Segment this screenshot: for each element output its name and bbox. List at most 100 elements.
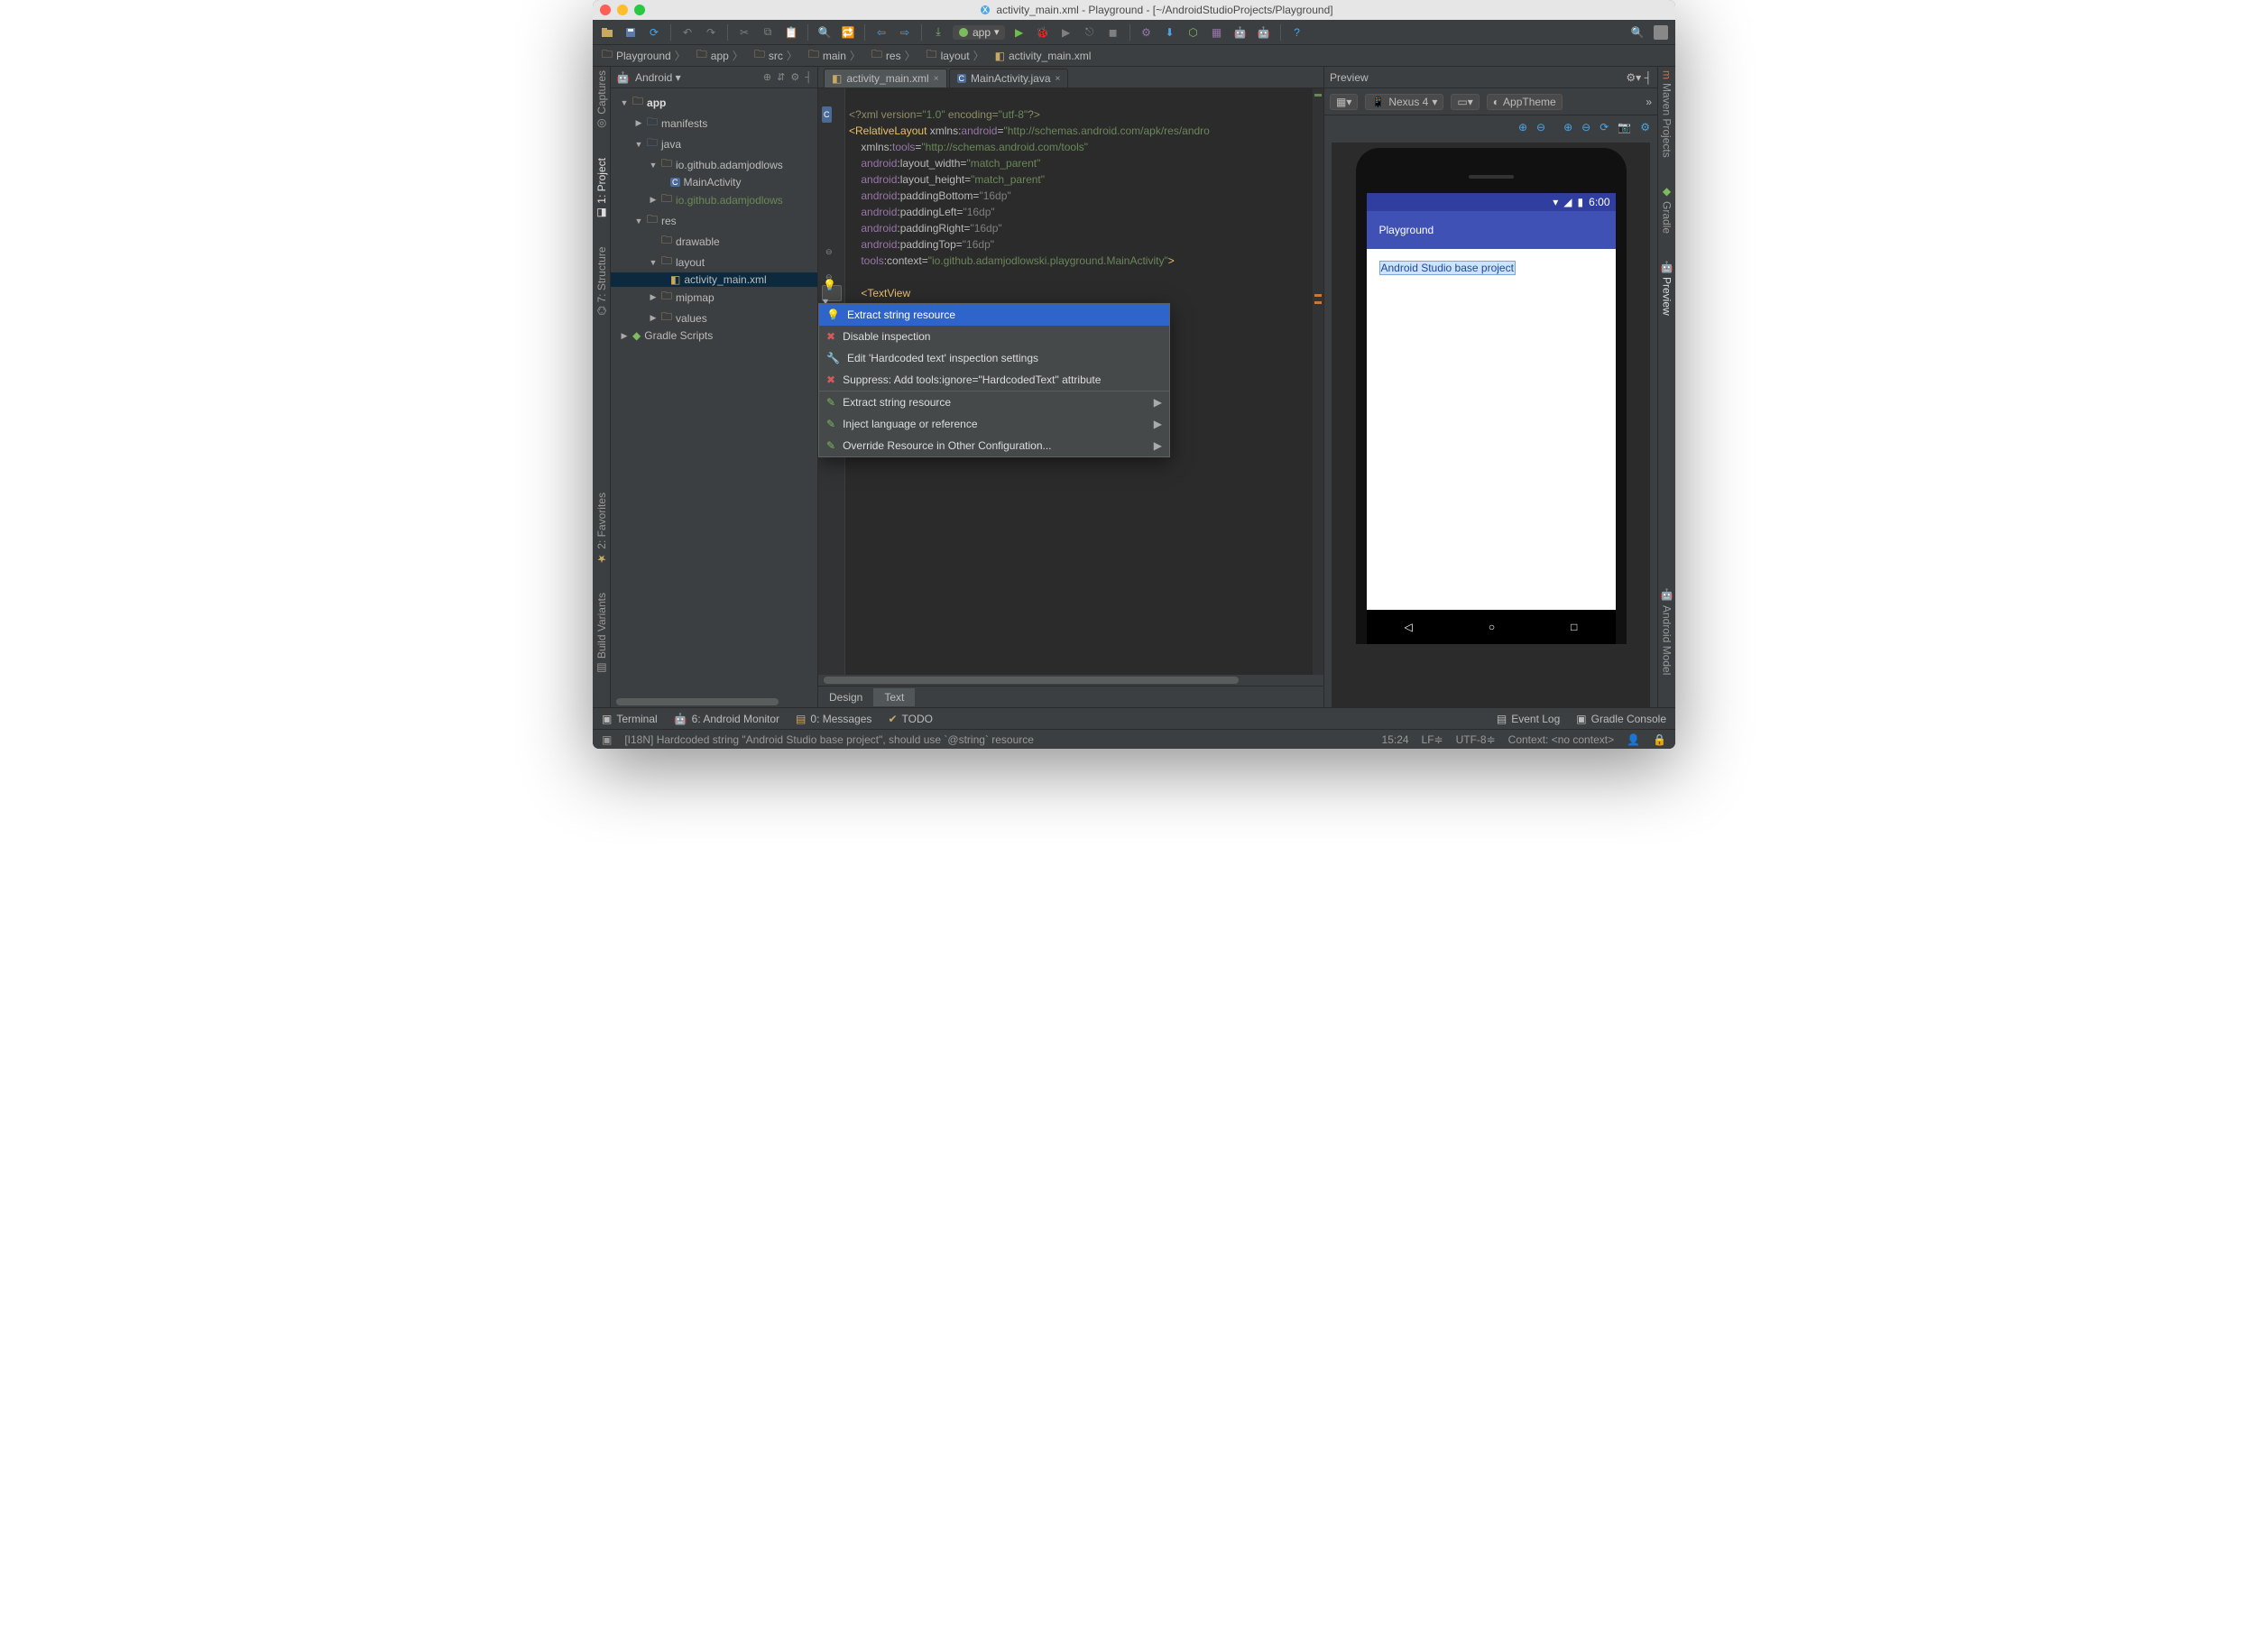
- minimize-window-button[interactable]: [617, 5, 628, 15]
- event-log-tab[interactable]: ▤Event Log: [1497, 713, 1560, 725]
- tab-activity-main[interactable]: ◧activity_main.xml×: [824, 69, 947, 88]
- scroll-from-source-icon[interactable]: ⊕: [763, 71, 771, 83]
- overflow-icon[interactable]: »: [1646, 96, 1652, 108]
- sdk-manager-icon[interactable]: ⬇: [1161, 23, 1179, 41]
- close-window-button[interactable]: [600, 5, 611, 15]
- copy-icon[interactable]: ⧉: [759, 23, 777, 41]
- forward-icon[interactable]: ⇨: [896, 23, 914, 41]
- android-icon[interactable]: 🤖: [1231, 23, 1249, 41]
- run-coverage-icon[interactable]: ▶: [1057, 23, 1075, 41]
- close-tab-icon[interactable]: ×: [934, 74, 939, 84]
- replace-icon[interactable]: 🔁: [839, 23, 857, 41]
- todo-tab[interactable]: ✔TODO: [888, 713, 933, 725]
- redo-icon[interactable]: ↷: [702, 23, 720, 41]
- zoom-in-icon[interactable]: ⊕: [1518, 121, 1527, 134]
- intention-item-edit-settings[interactable]: 🔧Edit 'Hardcoded text' inspection settin…: [819, 347, 1169, 369]
- tab-mainactivity[interactable]: CMainActivity.java×: [949, 69, 1069, 88]
- android-monitor-tab[interactable]: 🤖6: Android Monitor: [674, 713, 779, 725]
- gear-icon[interactable]: ⚙: [790, 71, 799, 83]
- zoom-actual-icon[interactable]: ⊖: [1581, 121, 1590, 134]
- nav-back-icon[interactable]: ◁: [1405, 621, 1413, 633]
- search-everywhere-icon[interactable]: 🔍: [1628, 23, 1646, 41]
- device-selector[interactable]: 📱 Nexus 4 ▾: [1365, 94, 1443, 110]
- breadcrumb-item[interactable]: 🗀res〉: [868, 44, 919, 67]
- debug-icon[interactable]: 🐞: [1034, 23, 1052, 41]
- refresh-icon[interactable]: ⟳: [1600, 121, 1609, 134]
- breadcrumb-item[interactable]: 🗀app〉: [693, 44, 747, 67]
- device-screen[interactable]: ▾ ◢ ▮ 6:00 Playground Android Studio bas…: [1367, 193, 1616, 644]
- breadcrumb-item[interactable]: 🗀Playground〉: [598, 44, 689, 67]
- intention-item-suppress[interactable]: ✖Suppress: Add tools:ignore="HardcodedTe…: [819, 369, 1169, 391]
- design-tab[interactable]: Design: [818, 688, 873, 706]
- avd-manager-icon[interactable]: ⚙: [1138, 23, 1156, 41]
- cut-icon[interactable]: ✂: [735, 23, 753, 41]
- project-tree[interactable]: ▼🗀app ▶🗀manifests ▼🗀java ▼🗀io.github.ada…: [611, 88, 817, 696]
- breadcrumb-item[interactable]: ◧activity_main.xml: [991, 48, 1095, 64]
- user-icon[interactable]: [1652, 23, 1670, 41]
- settings-icon[interactable]: ⚙: [1640, 121, 1650, 134]
- intention-item-inject[interactable]: ✎Inject language or reference▶: [819, 413, 1169, 435]
- collapse-all-icon[interactable]: ⇵: [777, 71, 785, 83]
- stop-icon[interactable]: ◼: [1104, 23, 1122, 41]
- undo-icon[interactable]: ↶: [678, 23, 696, 41]
- messages-tab[interactable]: ▤0: Messages: [796, 713, 871, 725]
- open-icon[interactable]: [598, 23, 616, 41]
- find-icon[interactable]: 🔍: [816, 23, 834, 41]
- intention-item-extract[interactable]: 💡Extract string resource: [819, 304, 1169, 326]
- error-stripe[interactable]: [1313, 88, 1323, 675]
- maximize-window-button[interactable]: [634, 5, 645, 15]
- nav-recent-icon[interactable]: □: [1571, 621, 1577, 633]
- run-config-selector[interactable]: app▾: [953, 25, 1005, 40]
- text-tab[interactable]: Text: [873, 688, 915, 706]
- textview-preview[interactable]: Android Studio base project: [1379, 261, 1516, 275]
- help-icon[interactable]: ?: [1288, 23, 1306, 41]
- save-icon[interactable]: [622, 23, 640, 41]
- ddms-icon[interactable]: ⬡: [1185, 23, 1203, 41]
- render-config-icon[interactable]: ▦▾: [1330, 94, 1358, 110]
- breadcrumb-item[interactable]: 🗀src〉: [751, 44, 801, 67]
- fold-icon[interactable]: ⊖: [825, 244, 833, 260]
- breadcrumb-item[interactable]: 🗀layout〉: [923, 44, 988, 67]
- intention-bulb-icon[interactable]: 💡▾: [822, 285, 842, 301]
- project-view-selector[interactable]: Android ▾: [635, 71, 681, 84]
- terminal-tab[interactable]: ▣Terminal: [602, 713, 658, 725]
- build-variants-tab[interactable]: ▤Build Variants: [595, 593, 608, 675]
- android2-icon[interactable]: 🤖: [1255, 23, 1273, 41]
- line-separator[interactable]: LF≑: [1422, 733, 1443, 746]
- gradle-tab[interactable]: ◆Gradle: [1661, 185, 1673, 234]
- breadcrumb-item[interactable]: 🗀main〉: [805, 44, 864, 67]
- theme-selector[interactable]: ◐ AppTheme: [1487, 94, 1563, 110]
- layout-inspector-icon[interactable]: ▦: [1208, 23, 1226, 41]
- back-icon[interactable]: ⇦: [872, 23, 890, 41]
- screenshot-icon[interactable]: 📷: [1618, 121, 1631, 134]
- status-lock-icon[interactable]: 🔒: [1653, 733, 1666, 746]
- project-tab[interactable]: ◧1: Project: [595, 158, 608, 220]
- zoom-fit-icon[interactable]: ⊕: [1563, 121, 1572, 134]
- project-tree-scrollbar[interactable]: [611, 696, 817, 707]
- intention-item-override[interactable]: ✎Override Resource in Other Configuratio…: [819, 435, 1169, 456]
- gear-icon[interactable]: ⚙▾: [1626, 71, 1641, 84]
- intention-item-extract2[interactable]: ✎Extract string resource▶: [819, 392, 1169, 413]
- gradle-console-tab[interactable]: ▣Gradle Console: [1576, 713, 1666, 725]
- tree-item-activity-main[interactable]: ◧activity_main.xml: [611, 272, 817, 287]
- maven-tab[interactable]: mMaven Projects: [1661, 70, 1673, 158]
- file-encoding[interactable]: UTF-8≑: [1456, 733, 1496, 746]
- hide-icon[interactable]: ┤: [805, 72, 812, 83]
- favorites-tab[interactable]: ★2: Favorites: [595, 493, 608, 566]
- run-icon[interactable]: ▶: [1010, 23, 1028, 41]
- attach-icon[interactable]: ⎋: [1081, 23, 1099, 41]
- intention-item-disable[interactable]: ✖Disable inspection: [819, 326, 1169, 347]
- zoom-out-icon[interactable]: ⊖: [1536, 121, 1545, 134]
- structure-tab[interactable]: ⌬7: Structure: [595, 246, 608, 316]
- sync-icon[interactable]: ⟳: [645, 23, 663, 41]
- context-indicator[interactable]: Context: <no context>: [1508, 733, 1614, 746]
- make-icon[interactable]: ⤓: [929, 23, 947, 41]
- android-model-tab[interactable]: 🤖Android Model: [1661, 588, 1673, 675]
- editor-scrollbar[interactable]: [818, 675, 1323, 686]
- preview-tab[interactable]: 🤖Preview: [1661, 261, 1673, 316]
- captures-tab[interactable]: ◎Captures: [595, 70, 608, 131]
- nav-home-icon[interactable]: ○: [1489, 621, 1495, 633]
- orientation-icon[interactable]: ▭▾: [1451, 94, 1479, 110]
- paste-icon[interactable]: 📋: [782, 23, 800, 41]
- close-tab-icon[interactable]: ×: [1056, 74, 1061, 84]
